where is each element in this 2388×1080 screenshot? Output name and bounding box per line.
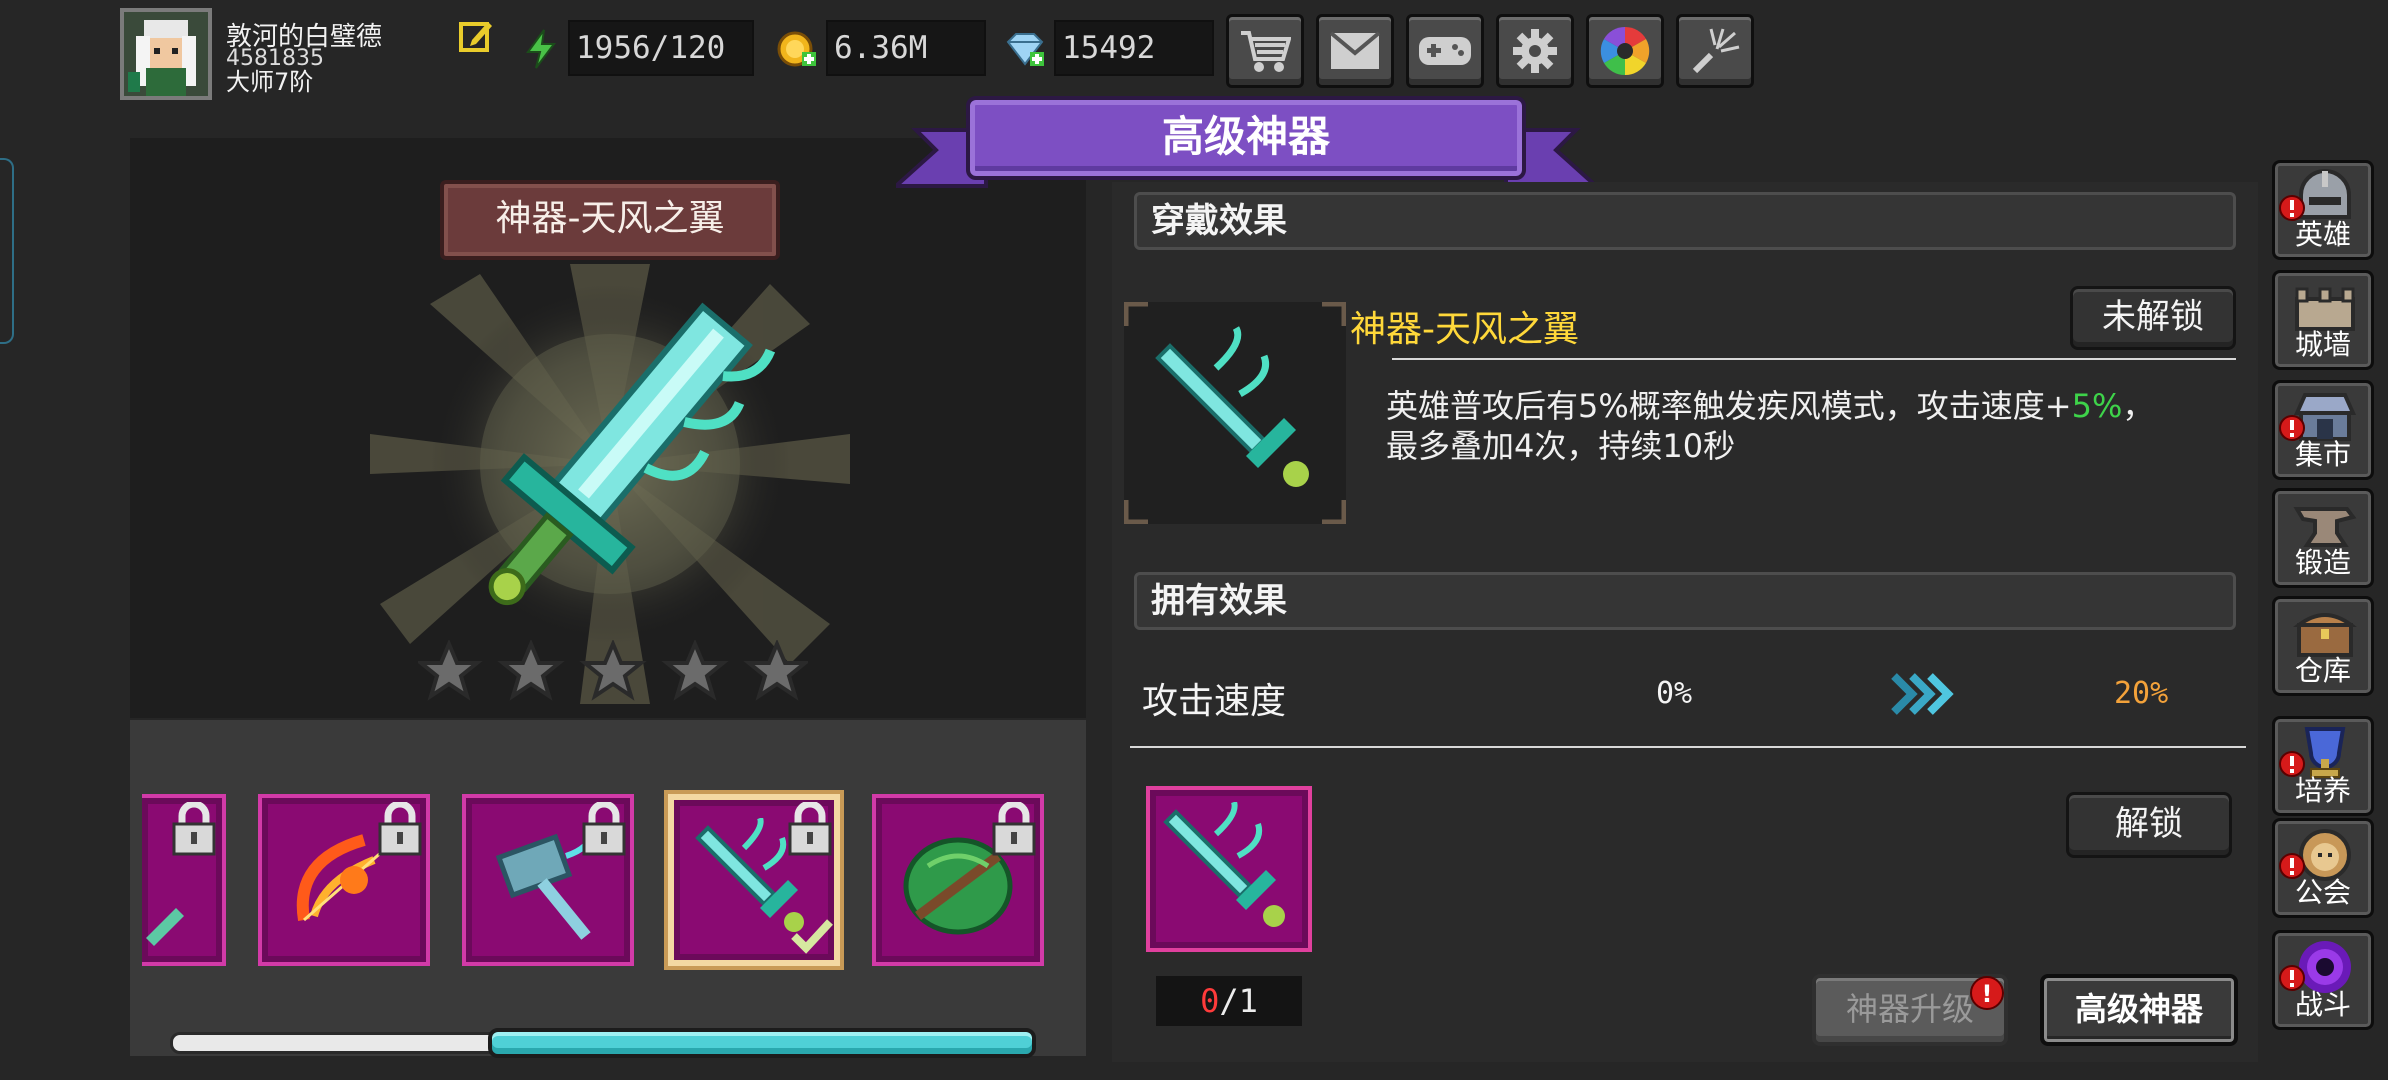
star-icon [415,638,483,701]
gold-coin-icon [776,28,818,70]
gem-value: 15492 [1054,20,1214,76]
sidebar-label: 培养 [2294,774,2351,807]
energy-value: 1956/120 [568,20,754,76]
artifact-slot-partial[interactable] [142,794,226,966]
page-title-banner: 高级神器 [966,96,1526,180]
sidebar-label: 集市 [2294,438,2351,471]
left-edge-handle [0,158,14,344]
energy-icon [520,28,562,70]
settings-button[interactable] [1496,14,1574,88]
sidebar-item-guild[interactable]: 公会 [2272,818,2374,918]
count-total: 1 [1238,982,1258,1020]
edit-profile-icon[interactable] [458,18,494,54]
name-divider [1392,358,2236,360]
stat-name: 攻击速度 [1142,681,1287,722]
equipped-artifact-frame [1123,301,1347,525]
mail-button[interactable] [1316,14,1394,88]
gear-icon [1513,29,1557,73]
sidebar-item-market[interactable]: 集市 [2272,380,2374,480]
gamepad-icon [1419,37,1471,65]
avatar-portrait-icon [124,12,208,96]
star-icon [497,638,565,701]
artifact-name: 神器-天风之翼 [1350,309,1579,350]
star-icon [743,638,811,701]
gallery-button[interactable] [1586,14,1664,88]
star-icon [661,638,729,701]
gem-icon [1004,28,1046,70]
checkmark-icon [791,919,833,954]
desc-text: ， [2122,387,2155,425]
player-avatar[interactable] [120,8,212,100]
arrow-right-icon [1890,672,1956,716]
sidebar-item-wall[interactable]: 城墙 [2272,270,2374,370]
aperture-icon [1600,26,1650,76]
lock-icon [788,802,832,856]
stat-divider [1130,746,2246,748]
sidebar-item-forge[interactable]: 锻造 [2272,488,2374,588]
count-current: 0 [1200,982,1220,1020]
advanced-artifact-button[interactable]: 高级神器 [2040,974,2238,1046]
artifact-slot-wind-wing-selected[interactable] [668,794,840,966]
sidebar-label: 战斗 [2294,988,2351,1021]
sidebar-item-warehouse[interactable]: 仓库 [2272,596,2374,696]
sidebar-item-cultivate[interactable]: 培养 [2272,716,2374,816]
artifact-list-scroll-thumb[interactable] [488,1028,1036,1058]
sidebar-label: 仓库 [2294,654,2351,687]
sidebar-label: 锻造 [2294,546,2351,579]
artifact-title-plaque: 神器-天风之翼 [440,180,780,260]
sidebar-item-hero[interactable]: 英雄 [2272,160,2374,260]
upgrade-alert-badge: ! [1970,976,2004,1010]
sidebar-item-battle[interactable]: 战斗 [2272,930,2374,1030]
artifact-large-image [370,264,850,704]
lock-icon [992,802,1036,856]
player-rank: 大师7阶 [226,68,314,96]
count-separator: / [1219,982,1239,1020]
unlock-button[interactable]: 解锁 [2066,792,2232,858]
locked-status-button[interactable]: 未解锁 [2070,286,2236,350]
unlock-material-slot[interactable] [1146,786,1312,952]
firework-icon [1692,28,1740,74]
artifact-slot-green-shield[interactable] [872,794,1044,966]
desc-text-line2: 最多叠加4次，持续10秒 [1386,427,1736,465]
desc-bonus-value: 5% [2071,387,2123,425]
wind-wing-sword-icon [1163,802,1285,927]
material-count: 0/1 [1156,976,1302,1026]
wear-effect-header: 穿戴效果 [1134,192,2236,250]
mail-icon [1329,31,1381,69]
stat-current-value: 0% [1656,676,1693,711]
stat-target-value: 20% [2114,676,2169,711]
lock-icon [378,802,422,856]
lock-icon [582,802,626,856]
artifact-slot-frost-hammer[interactable] [462,794,634,966]
artifact-thumb-icon [146,908,184,946]
desc-text: 英雄普攻后有5%概率触发疾风模式，攻击速度+ [1386,387,2072,425]
sidebar-label: 公会 [2294,876,2351,909]
lock-icon [172,802,216,856]
artifact-slot-fire-bow[interactable] [258,794,430,966]
wear-effect-description: 英雄普攻后有5%概率触发疾风模式，攻击速度+5%， 最多叠加4次，持续10秒 [1386,386,2154,466]
events-button[interactable] [1676,14,1754,88]
star-rating [415,638,811,706]
gold-value: 6.36M [826,20,986,76]
sidebar-label: 英雄 [2294,218,2351,251]
shop-button[interactable] [1226,14,1304,88]
star-icon [579,638,647,701]
own-effect-header: 拥有效果 [1134,572,2236,630]
minigame-button[interactable] [1406,14,1484,88]
cart-icon [1241,31,1291,72]
sidebar-label: 城墙 [2294,328,2351,361]
